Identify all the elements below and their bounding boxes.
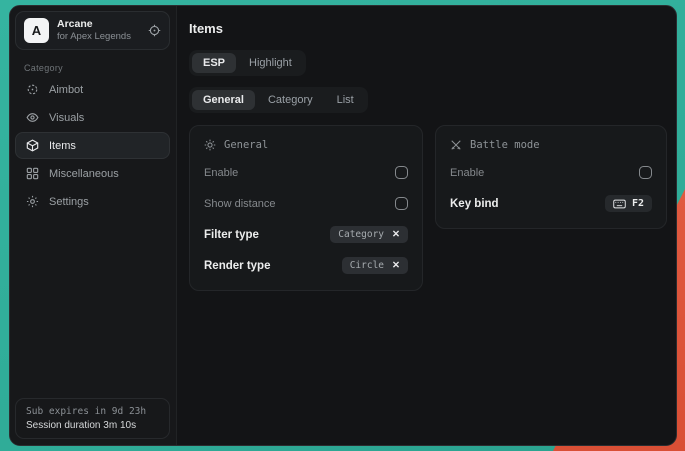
sidebar-item-label: Visuals: [49, 112, 84, 124]
target-icon[interactable]: [148, 24, 161, 37]
tab-highlight[interactable]: Highlight: [238, 53, 303, 73]
key-bind-button[interactable]: F2: [605, 195, 652, 212]
filter-type-value: Category: [338, 229, 384, 240]
filter-type-row: Filter type Category ✕: [204, 223, 408, 246]
battle-mode-panel-title: Battle mode: [470, 139, 540, 151]
brand-card: A Arcane for Apex Legends: [15, 11, 170, 50]
sun-icon: [204, 139, 216, 151]
session-info-card: Sub expires in 9d 23h Session duration 3…: [15, 398, 170, 439]
grid-icon: [25, 167, 39, 180]
tab-esp[interactable]: ESP: [192, 53, 236, 73]
enable-label: Enable: [204, 167, 238, 179]
render-type-label: Render type: [204, 260, 270, 272]
sidebar: A Arcane for Apex Legends Category Aimbo…: [10, 6, 177, 445]
battle-mode-panel: Battle mode Enable Key bind: [435, 125, 667, 229]
render-type-select[interactable]: Circle ✕: [342, 257, 408, 274]
mode-tab-group: ESP Highlight: [189, 50, 306, 76]
sub-expires-text: Sub expires in 9d 23h: [26, 406, 159, 417]
battle-enable-label: Enable: [450, 167, 484, 179]
gear-icon: [25, 195, 39, 208]
key-bind-label: Key bind: [450, 198, 499, 210]
tab-category[interactable]: Category: [257, 90, 324, 110]
sidebar-item-items[interactable]: Items: [15, 132, 170, 159]
app-name: Arcane: [57, 18, 131, 31]
main-content: Items ESP Highlight General Category Lis…: [177, 6, 677, 445]
box-icon: [25, 139, 39, 152]
page-title: Items: [189, 21, 667, 36]
session-duration-text: Session duration 3m 10s: [26, 420, 159, 431]
sidebar-item-aimbot[interactable]: Aimbot: [15, 76, 170, 103]
app-window: A Arcane for Apex Legends Category Aimbo…: [9, 5, 677, 446]
general-panel: General Enable Show distance Filter type…: [189, 125, 423, 291]
tab-general[interactable]: General: [192, 90, 255, 110]
brand-text: Arcane for Apex Legends: [57, 18, 131, 43]
battle-enable-row: Enable: [450, 161, 652, 184]
key-bind-row: Key bind F2: [450, 192, 652, 215]
sidebar-item-settings[interactable]: Settings: [15, 188, 170, 215]
view-tab-group: General Category List: [189, 87, 368, 113]
enable-row: Enable: [204, 161, 408, 184]
app-logo: A: [24, 18, 49, 43]
swords-icon: [450, 139, 462, 151]
show-distance-checkbox[interactable]: [395, 197, 408, 210]
eye-icon: [25, 111, 39, 124]
enable-checkbox[interactable]: [395, 166, 408, 179]
show-distance-label: Show distance: [204, 198, 276, 210]
app-subtitle: for Apex Legends: [57, 31, 131, 43]
general-panel-header: General: [204, 136, 408, 153]
panels-row: General Enable Show distance Filter type…: [189, 125, 667, 291]
filter-type-select[interactable]: Category ✕: [330, 226, 408, 243]
sidebar-item-label: Settings: [49, 196, 89, 208]
keyboard-icon: [613, 199, 626, 209]
sidebar-item-visuals[interactable]: Visuals: [15, 104, 170, 131]
close-icon[interactable]: ✕: [392, 230, 400, 240]
sidebar-item-miscellaneous[interactable]: Miscellaneous: [15, 160, 170, 187]
show-distance-row: Show distance: [204, 192, 408, 215]
render-type-row: Render type Circle ✕: [204, 254, 408, 277]
key-bind-value: F2: [632, 198, 644, 209]
sidebar-item-label: Items: [49, 140, 76, 152]
filter-type-label: Filter type: [204, 229, 259, 241]
sidebar-item-label: Aimbot: [49, 84, 83, 96]
general-panel-title: General: [224, 139, 268, 151]
tab-list[interactable]: List: [326, 90, 365, 110]
crosshair-icon: [25, 83, 39, 96]
close-icon[interactable]: ✕: [392, 261, 400, 271]
category-section-label: Category: [24, 63, 170, 73]
battle-mode-panel-header: Battle mode: [450, 136, 652, 153]
battle-enable-checkbox[interactable]: [639, 166, 652, 179]
sidebar-item-label: Miscellaneous: [49, 168, 119, 180]
render-type-value: Circle: [350, 260, 384, 271]
